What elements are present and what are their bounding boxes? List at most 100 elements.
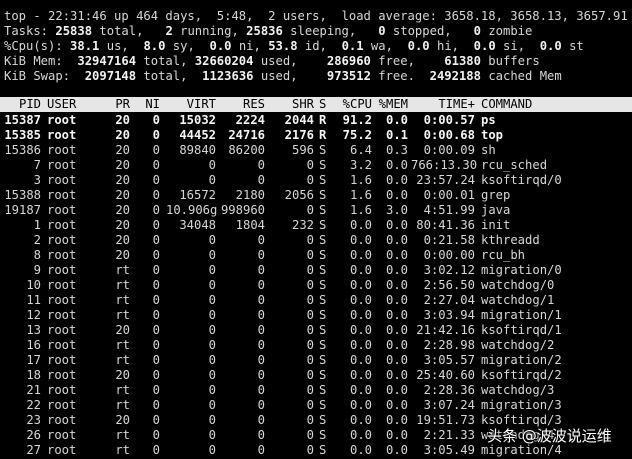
cell-state: S — [319, 443, 327, 457]
cell-command: migration/2 — [481, 353, 562, 367]
summary-tasks-line: Tasks: 25838 total, 2 running, 25836 sle… — [4, 24, 532, 39]
column-header-cpu[interactable]: %CPU — [334, 97, 372, 112]
column-header-command[interactable]: COMMAND — [481, 97, 631, 112]
cell-virt: 0 — [208, 413, 216, 427]
column-header-pid[interactable]: PID — [0, 97, 41, 112]
cell-res: 86200 — [228, 143, 265, 157]
cell-cpu: 0.0 — [349, 428, 372, 442]
cell-mem: 0.0 — [385, 428, 408, 442]
cell-user: root — [47, 263, 77, 277]
summary-text: free, — [370, 54, 445, 68]
cell-shr: 0 — [306, 203, 314, 217]
process-row[interactable]: 7 root 20 0 0 0 0 S 3.2 0.0 766:13.30 rcu_sched — [0, 158, 632, 173]
cell-command: watchdog/0 — [481, 278, 555, 292]
cell-state: S — [319, 428, 327, 442]
cell-res: 0 — [257, 383, 265, 397]
cell-mem: 0.0 — [385, 248, 408, 262]
process-row[interactable]: 8 root 20 0 0 0 0 S 0.0 0.0 0:00.00 rcu_bh — [0, 248, 632, 263]
column-header-pr[interactable]: PR — [110, 97, 130, 112]
cell-state: S — [319, 383, 327, 397]
cell-command: grep — [481, 188, 511, 202]
cell-pr: rt — [115, 353, 130, 367]
column-header-shr[interactable]: SHR — [270, 97, 314, 112]
cell-res: 0 — [257, 323, 265, 337]
cell-time: 21:42.16 — [416, 323, 475, 337]
cell-shr: 232 — [291, 218, 314, 232]
cell-state: S — [319, 218, 327, 232]
cell-state: R — [319, 113, 327, 127]
cell-pr: rt — [115, 443, 130, 457]
cell-ni: 0 — [152, 428, 160, 442]
process-row[interactable]: 15388 root 20 0 16572 2180 2056 S 1.6 0.0 0:00.01 g… — [0, 188, 632, 203]
process-row[interactable]: 11 root rt 0 0 0 0 S 0.0 0.0 2:27.04 watchdog/1 — [0, 293, 632, 308]
cell-mem: 0.0 — [385, 368, 408, 382]
process-row[interactable]: 16 root rt 0 0 0 0 S 0.0 0.0 2:28.98 watchdog/2 — [0, 338, 632, 353]
process-row[interactable]: 9 root rt 0 0 0 0 S 0.0 0.0 3:02.12 migration/0 — [0, 263, 632, 278]
column-header-time[interactable]: TIME+ — [411, 97, 475, 112]
terminal-window[interactable]: top - 22:31:46 up 464 days, 5:48, 2 user… — [0, 0, 632, 459]
cell-mem: 0.0 — [385, 323, 408, 337]
cell-ni: 0 — [152, 248, 160, 262]
cell-user: root — [47, 368, 77, 382]
cell-virt: 0 — [208, 158, 216, 172]
cell-cpu: 1.6 — [349, 188, 372, 202]
process-row[interactable]: 18 root 20 0 0 0 0 S 0.0 0.0 25:40.60 ksoftirqd/2 — [0, 368, 632, 383]
column-header-res[interactable]: RES — [220, 97, 265, 112]
column-header-user[interactable]: USER — [47, 97, 97, 112]
cell-user: root — [47, 338, 77, 352]
column-header-state[interactable]: S — [319, 97, 331, 112]
process-row[interactable]: 1 root 20 0 34048 1804 232 S 0.0 0.0 80:41.36 init — [0, 218, 632, 233]
cell-ni: 0 — [152, 173, 160, 187]
cell-shr: 0 — [306, 338, 314, 352]
cell-time: 3:03.94 — [423, 308, 475, 322]
cell-ni: 0 — [152, 413, 160, 427]
cell-shr: 0 — [306, 248, 314, 262]
cell-state: S — [319, 203, 327, 217]
cell-time: 2:21.33 — [423, 428, 475, 442]
cell-pr: rt — [115, 338, 130, 352]
cell-pr: rt — [115, 263, 130, 277]
process-row[interactable]: 2 root 20 0 0 0 0 S 0.0 0.0 0:21.58 kthreadd — [0, 233, 632, 248]
cell-shr: 0 — [306, 428, 314, 442]
cell-user: root — [47, 113, 77, 127]
cell-command: kthreadd — [481, 233, 540, 247]
process-row[interactable]: 12 root rt 0 0 0 0 S 0.0 0.0 3:03.94 migration/1 — [0, 308, 632, 323]
summary-text: si, — [495, 39, 540, 53]
process-row[interactable]: 15386 root 20 0 89840 86200 596 S 6.4 0.3 0:00.09 s… — [0, 143, 632, 158]
cell-time: 766:13.30 — [411, 158, 478, 172]
process-row[interactable]: 19187 root 20 0 10.906g 998960 0 S 1.6 3.0 4:51.99… — [0, 203, 632, 218]
summary-text: used, — [253, 54, 327, 68]
cell-pid: 15385 — [4, 128, 41, 142]
cell-res: 998960 — [220, 203, 265, 217]
process-row[interactable]: 13 root 20 0 0 0 0 S 0.0 0.0 21:42.16 ksoftirqd/1 — [0, 323, 632, 338]
cell-cpu: 0.0 — [349, 323, 372, 337]
summary-text: us, — [99, 39, 144, 53]
process-row[interactable]: 22 root rt 0 0 0 0 S 0.0 0.0 3:07.24 migration/3 — [0, 398, 632, 413]
cell-pr: rt — [115, 398, 130, 412]
cell-time: 19:51.73 — [416, 413, 475, 427]
cell-ni: 0 — [152, 218, 160, 232]
summary-text: buffers — [480, 54, 540, 68]
process-row[interactable]: 15385 root 20 0 44452 24716 2176 R 75.2 0.1 0:00.6… — [0, 128, 632, 143]
cell-state: S — [319, 308, 327, 322]
cell-shr: 0 — [306, 398, 314, 412]
cell-user: root — [47, 188, 77, 202]
summary-value: 38.1 — [70, 39, 100, 53]
column-header-mem[interactable]: %MEM — [378, 97, 408, 112]
process-row[interactable]: 3 root 20 0 0 0 0 S 1.6 0.0 23:57.24 ksoftirqd/0 — [0, 173, 632, 188]
cell-pr: 20 — [115, 158, 130, 172]
cell-mem: 0.0 — [385, 263, 408, 277]
cell-pid: 15387 — [4, 113, 41, 127]
process-row[interactable]: 15387 root 20 0 15032 2224 2044 R 91.2 0.0 0:00.57… — [0, 113, 632, 128]
column-header-ni[interactable]: NI — [138, 97, 160, 112]
cell-pid: 15386 — [4, 143, 41, 157]
summary-text: free. — [370, 69, 430, 83]
cell-pr: 20 — [115, 173, 130, 187]
process-row[interactable]: 17 root rt 0 0 0 0 S 0.0 0.0 3:05.57 migration/2 — [0, 353, 632, 368]
process-row[interactable]: 21 root rt 0 0 0 0 S 0.0 0.0 2:28.36 watchdog/3 — [0, 383, 632, 398]
cell-time: 4:51.99 — [423, 203, 475, 217]
cell-shr: 2176 — [284, 128, 314, 142]
process-row[interactable]: 10 root rt 0 0 0 0 S 0.0 0.0 2:56.50 watchdog/0 — [0, 278, 632, 293]
cell-pr: 20 — [115, 323, 130, 337]
column-header-virt[interactable]: VIRT — [166, 97, 216, 112]
